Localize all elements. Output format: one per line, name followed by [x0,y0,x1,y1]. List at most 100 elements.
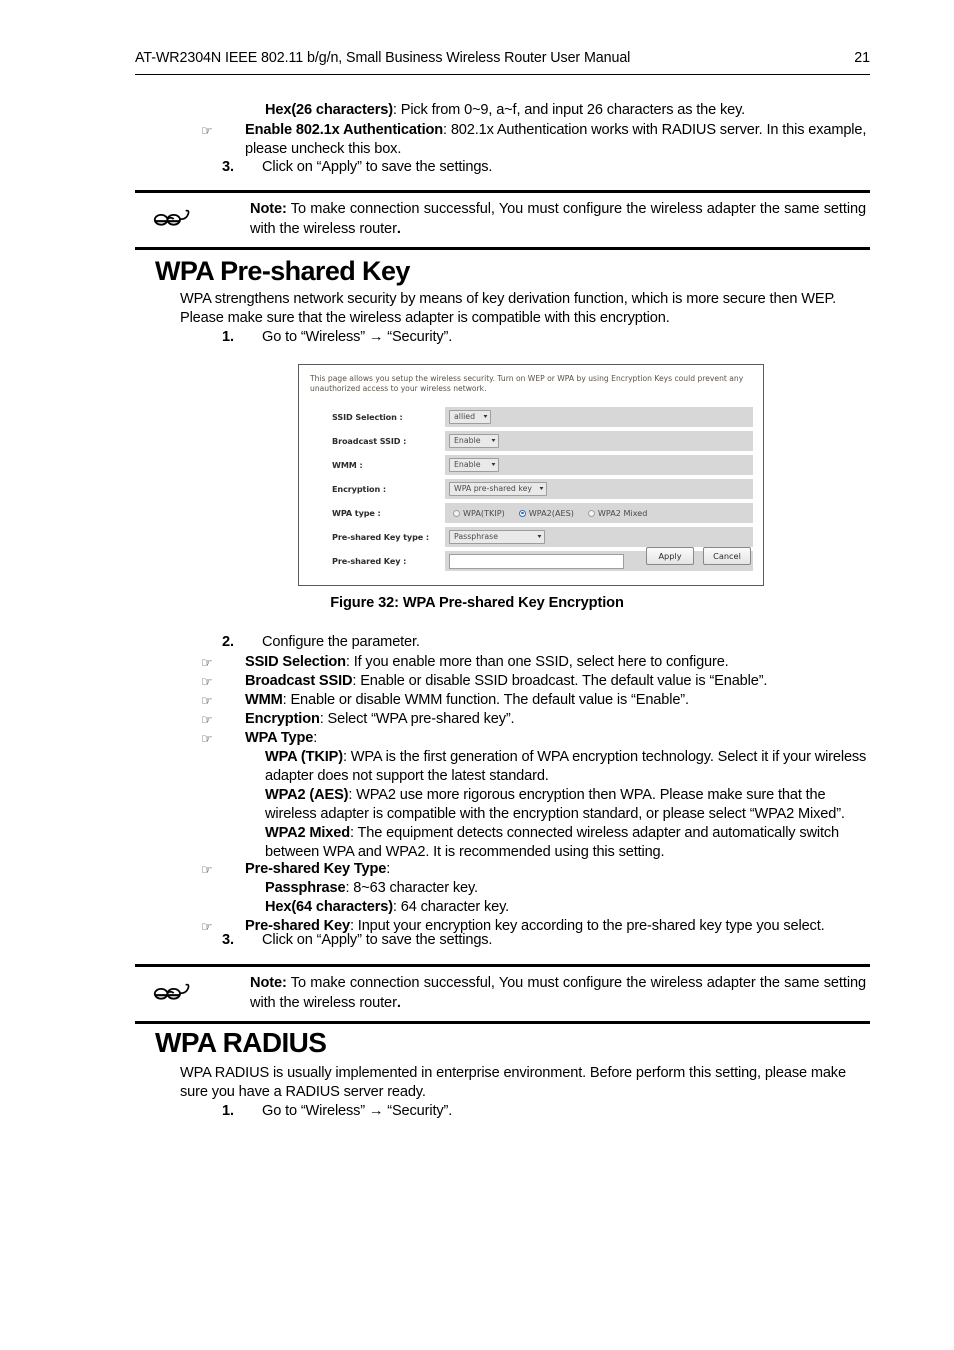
header-divider [135,74,870,75]
param-wpa2-mixed: WPA2 Mixed: The equipment detects connec… [265,824,873,863]
radio-circle-wpa2-aes[interactable] [518,509,526,517]
encryption-dropdown[interactable]: WPA pre-shared key ▾ [449,482,547,496]
param-wpa-type: ☞ WPA Type: [201,729,873,748]
wpa-psk-step-2-text: Configure the parameter. [262,634,420,650]
form-row-psk-type: Pre-shared Key type : Passphrase ▾ [311,527,753,547]
wpa-radius-step-1: 1. Go to “Wireless” → “Security”. [222,1102,822,1121]
param-wpa-tkip: WPA (TKIP): WPA is the first generation … [265,748,873,787]
wpa-psk-heading: WPA Pre-shared Key [155,256,410,286]
enable-8021x-label: Enable 802.1x Authentication [245,122,444,138]
form-row-ssid-selection: SSID Selection : allied ▾ [311,407,753,427]
psk-type-value: Passphrase [454,532,498,541]
param-hex64-label: Hex(64 characters) [265,899,393,915]
wpa-psk-intro: WPA strengthens network security by mean… [180,291,837,327]
psk-type-dropdown[interactable]: Passphrase ▾ [449,530,545,544]
param-passphrase-text: : 8~63 character key. [345,880,478,896]
top-step-3-text: Click on “Apply” to save the settings. [262,159,493,175]
wpa-radius-heading: WPA RADIUS [155,1027,327,1058]
wpa-psk-step-2-number: 2. [222,634,234,650]
param-broadcast-ssid-label: Broadcast SSID [245,673,353,689]
param-psk-type-label: Pre-shared Key Type [245,861,387,877]
wpa-type-cell: WPA(TKIP) WPA2(AES) WPA2 Mixed [445,503,753,523]
param-passphrase: Passphrase: 8~63 character key. [265,879,873,898]
document-page: AT-WR2304N IEEE 802.11 b/g/n, Small Busi… [0,0,954,1350]
psk-input[interactable] [449,553,624,569]
param-wpa-tkip-text: : WPA is the first generation of WPA enc… [265,749,867,785]
broadcast-ssid-dropdown[interactable]: Enable ▾ [449,434,499,448]
header-title: AT-WR2304N IEEE 802.11 b/g/n, Small Busi… [135,50,631,66]
radio-option-wpa2-aes[interactable]: WPA2(AES) [518,508,574,518]
enable-8021x-item: ☞ Enable 802.1x Authentication: 802.1x A… [201,121,873,160]
param-wpa2-aes-text: : WPA2 use more rigorous encryption then… [265,787,845,823]
wmm-dropdown[interactable]: Enable ▾ [449,458,499,472]
radio-circle-wpa2-mixed[interactable] [587,509,595,517]
param-wpa-type-text: : [313,730,318,746]
form-row-encryption: Encryption : WPA pre-shared key ▾ [311,479,753,499]
param-wpa2-mixed-text: : The equipment detects connected wirele… [265,825,839,861]
wmm-cell: Enable ▾ [445,455,753,475]
wpa-radius-step-1-text: Go to “Wireless” → “Security”. [262,1103,453,1119]
pointing-hand-icon: ☞ [201,694,213,709]
encryption-label: Encryption : [332,484,386,494]
ssid-selection-cell: allied ▾ [445,407,753,427]
pointing-hand-icon: ☞ [201,732,213,747]
param-hex64: Hex(64 characters): 64 character key. [265,898,873,917]
cancel-button[interactable]: Cancel [703,547,751,565]
wpa-radius-intro: WPA RADIUS is usually implemented in ent… [180,1065,846,1101]
pointing-hand-icon: ☞ [201,656,213,671]
param-encryption-label: Encryption [245,711,320,727]
panel-description: This page allows you setup the wireless … [310,374,744,393]
top-step-3: 3. Click on “Apply” to save the settings… [222,158,822,177]
glasses-icon [153,983,190,1000]
wmm-value: Enable [454,460,481,469]
broadcast-ssid-label: Broadcast SSID : [332,436,407,446]
param-wpa2-aes-label: WPA2 (AES) [265,787,349,803]
note-2-text: Note: To make connection successful, You… [250,974,866,1013]
radio-circle-wpa-tkip[interactable] [453,509,460,517]
param-wpa-type-label: WPA Type [245,730,314,746]
broadcast-ssid-value: Enable [454,436,481,445]
pointing-hand-icon: ☞ [201,920,213,935]
wpa-psk-step-3: 3. Click on “Apply” to save the settings… [222,931,822,950]
note-box-2: Note: To make connection successful, You… [135,964,870,1025]
hex-26-label: Hex(26 characters) [265,102,393,118]
note-1-tail: . [396,220,401,237]
param-wpa2-aes: WPA2 (AES): WPA2 use more rigorous encry… [265,786,873,825]
radio-option-wpa2-mixed[interactable]: WPA2 Mixed [587,508,648,518]
psk-type-label: Pre-shared Key type : [332,532,430,542]
encryption-value: WPA pre-shared key [454,484,533,493]
radio-label-wpa2-mixed: WPA2 Mixed [597,508,648,518]
pointing-hand-icon: ☞ [201,675,213,690]
radio-option-wpa-tkip[interactable]: WPA(TKIP) [453,508,505,518]
note-box-1: Note: To make connection successful, You… [135,190,870,251]
ssid-selection-dropdown[interactable]: allied ▾ [449,410,491,424]
ssid-selection-label: SSID Selection : [332,412,403,422]
wmm-label: WMM : [332,460,363,470]
chevron-down-icon: ▾ [491,461,496,468]
pointing-hand-icon: ☞ [201,713,213,728]
param-ssid-selection-label: SSID Selection [245,654,346,670]
note-1-text: Note: To make connection successful, You… [250,200,866,239]
hex-26-text: : Pick from 0~9, a~f, and input 26 chara… [392,102,746,118]
wpa-psk-step-1-text: Go to “Wireless” → “Security”. [262,329,453,345]
router-config-screenshot: This page allows you setup the wireless … [298,364,764,586]
wireless-security-panel: This page allows you setup the wireless … [298,364,764,586]
page-header: AT-WR2304N IEEE 802.11 b/g/n, Small Busi… [135,50,870,66]
ssid-selection-value: allied [454,412,476,421]
wpa-psk-step-3-text: Click on “Apply” to save the settings. [262,932,493,948]
chevron-down-icon: ▾ [491,437,496,444]
wpa-type-radio-group: WPA(TKIP) WPA2(AES) WPA2 Mixed [449,508,647,518]
param-encryption: ☞ Encryption: Select “WPA pre-shared key… [201,710,873,729]
param-hex64-text: : 64 character key. [392,899,510,915]
apply-button[interactable]: Apply [646,547,694,565]
form-row-wpa-type: WPA type : WPA(TKIP) WPA2(AES) WPA2 Mixe… [311,503,753,523]
chevron-down-icon: ▾ [483,413,488,420]
header-page-number: 21 [854,50,870,66]
pointing-hand-icon: ☞ [201,124,213,139]
param-wpa2-mixed-label: WPA2 Mixed [265,825,350,841]
param-wmm: ☞ WMM: Enable or disable WMM function. T… [201,691,873,710]
wpa-psk-step-3-number: 3. [222,932,234,948]
pointing-hand-icon: ☞ [201,863,213,878]
chevron-down-icon: ▾ [539,485,544,492]
note-1-lead: Note: [250,201,287,217]
